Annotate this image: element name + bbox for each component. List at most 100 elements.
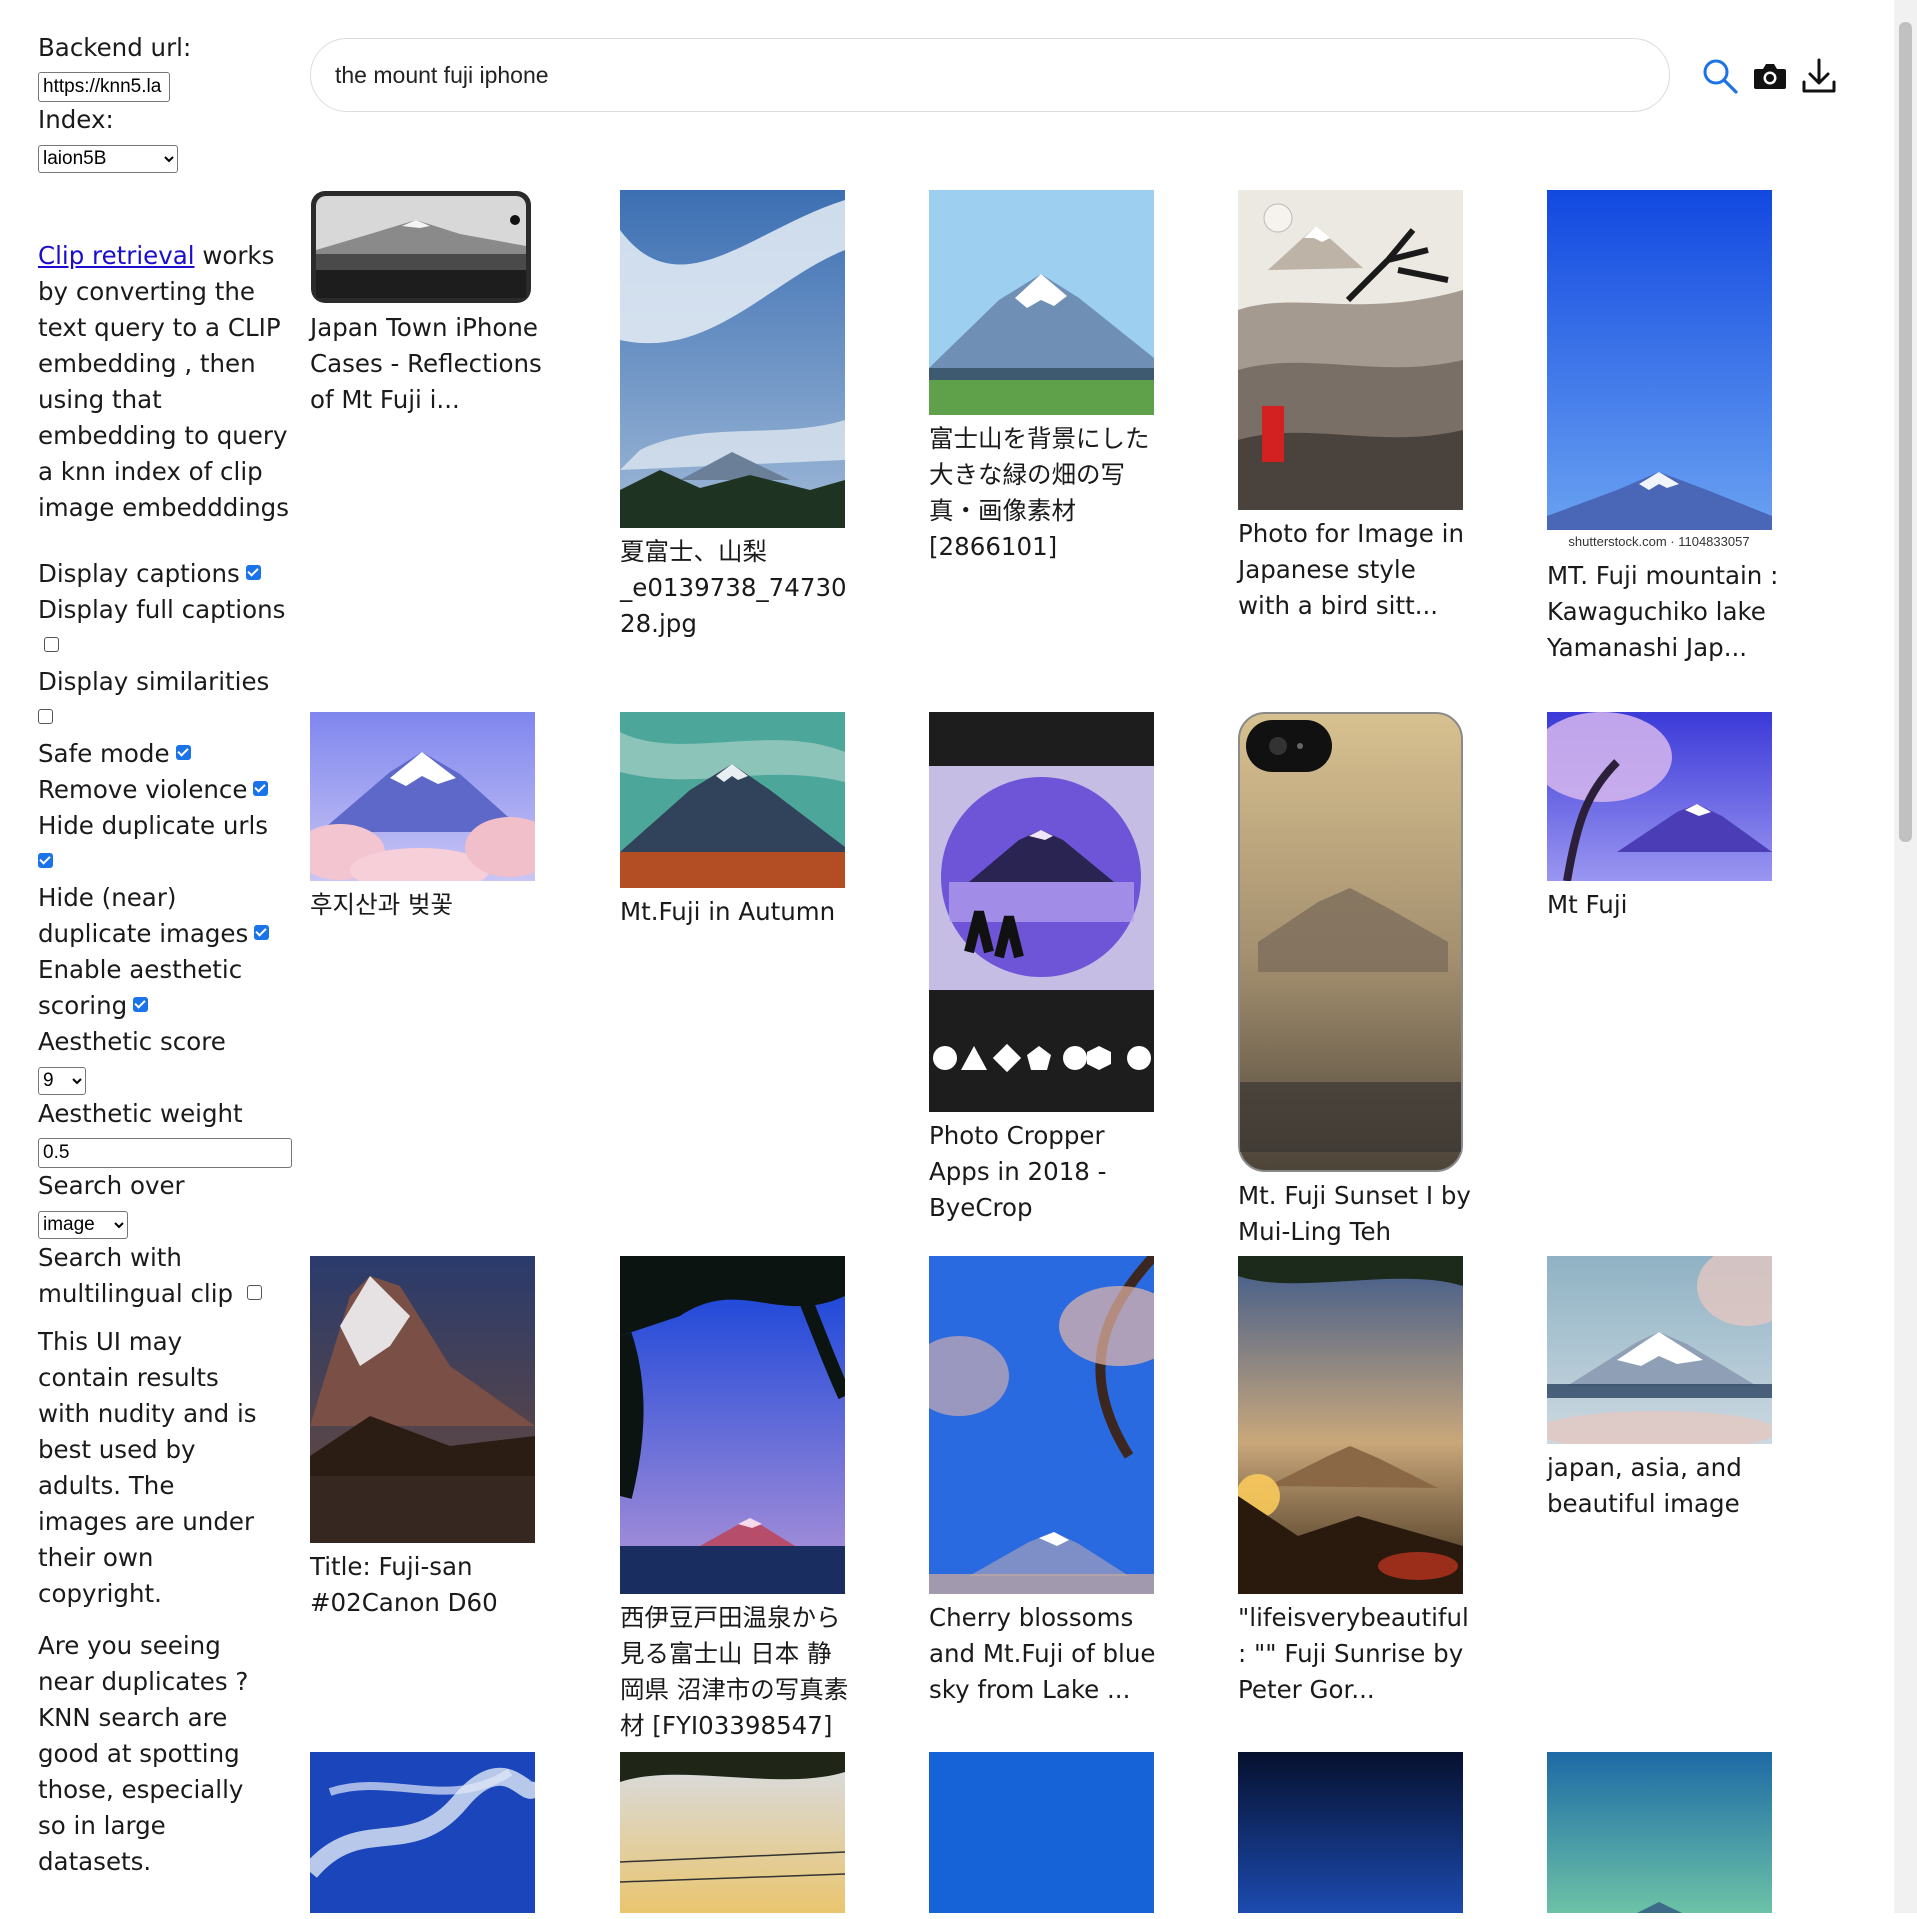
result-caption: 西伊豆戸田温泉から見る富士山 日本 静岡県 沼津市の写真素材 [FYI03398… [620,1603,849,1740]
watermark-text: shutterstock.com · 1104833057 [1568,534,1749,549]
result-caption: Photo for Image in Japanese style with a… [1238,519,1465,620]
duplicates-note: Are you seeing near duplicates ? KNN sea… [38,1631,249,1876]
safe-mode-checkbox[interactable] [175,744,191,760]
remove-violence-checkbox[interactable] [253,780,269,796]
hide-duplicate-urls-checkbox[interactable] [38,852,53,868]
multilingual-checkbox[interactable] [247,1284,263,1300]
result-card[interactable] [620,1752,855,1919]
display-similarities-checkbox[interactable] [38,708,53,724]
option-multilingual[interactable]: Search with multilingual clip [38,1240,278,1312]
result-image[interactable] [620,712,845,888]
result-caption: 夏富士、山梨_e0139738_7473028.jpg [620,537,847,638]
aesthetic-score-label: Aesthetic score [38,1027,226,1056]
option-display-similarities[interactable]: Display similarities [38,664,298,736]
search-over-select[interactable]: image [38,1210,128,1239]
result-card[interactable]: Photo for Image in Japanese style with a… [1238,190,1473,624]
result-image[interactable] [929,1256,1154,1594]
result-card[interactable]: shutterstock.com · 1104833057 MT. Fuji m… [1547,190,1782,666]
result-card[interactable]: Cherry blossoms and Mt.Fuji of blue sky … [929,1256,1164,1708]
result-image[interactable] [1238,1256,1463,1594]
option-remove-violence[interactable]: Remove violence [38,772,298,808]
hide-duplicate-images-checkbox[interactable] [254,924,270,940]
result-image[interactable] [929,712,1154,1112]
result-caption: Mt Fuji [1547,890,1628,919]
search-icon[interactable] [1700,56,1740,96]
aesthetic-weight-label: Aesthetic weight [38,1099,243,1128]
option-display-full-captions[interactable]: Display full captions [38,592,298,664]
result-caption: Japan Town iPhone Cases - Reflections of… [310,313,542,414]
display-captions-checkbox[interactable] [245,564,261,580]
result-card[interactable] [1238,1752,1473,1919]
result-caption: "lifeisverybeautiful: "" Fuji Sunrise by… [1238,1603,1469,1704]
result-image[interactable]: shutterstock.com · 1104833057 [1547,190,1772,552]
result-image[interactable] [310,712,535,881]
result-image[interactable] [1547,1752,1772,1913]
aesthetic-weight-input[interactable] [38,1138,292,1168]
result-caption: japan, asia, and beautiful image [1547,1453,1742,1518]
clip-retrieval-link[interactable]: Clip retrieval [38,241,195,270]
result-image[interactable] [1547,1256,1772,1444]
option-aesthetic-scoring[interactable]: Enable aesthetic scoring [38,952,258,1024]
result-caption: Photo Cropper Apps in 2018 - ByeCrop [929,1121,1107,1222]
result-card[interactable]: japan, asia, and beautiful image [1547,1256,1782,1522]
option-label: Hide (near) duplicate images [38,883,249,948]
option-hide-duplicate-urls[interactable]: Hide duplicate urls [38,808,298,880]
result-card[interactable]: Photo Cropper Apps in 2018 - ByeCrop [929,712,1164,1226]
result-card[interactable]: "lifeisverybeautiful: "" Fuji Sunrise by… [1238,1256,1473,1708]
result-card[interactable]: Mt.Fuji in Autumn [620,712,855,930]
page-scrollbar[interactable] [1894,0,1917,1913]
option-label: Display similarities [38,667,270,696]
result-card[interactable]: 후지산과 벚꽃 [310,712,545,923]
result-image[interactable] [310,1752,535,1913]
aesthetic-score-select[interactable]: 9 [38,1066,86,1095]
backend-url-label: Backend url: [38,33,192,62]
result-card[interactable]: Mt Fuji [1547,712,1782,923]
sidebar: Backend url: Index: laion5B Clip retriev… [38,30,298,1896]
result-image[interactable] [929,1752,1154,1913]
option-label: Safe mode [38,739,170,768]
result-card[interactable]: 富士山を背景にした大きな緑の畑の写真・画像素材[2866101] [929,190,1164,565]
option-label: Remove violence [38,775,248,804]
search-input[interactable]: the mount fuji iphone [310,38,1670,112]
option-safe-mode[interactable]: Safe mode [38,736,298,772]
result-card[interactable] [310,1752,545,1919]
result-image[interactable] [1238,712,1463,1172]
result-card[interactable] [929,1752,1164,1919]
result-card[interactable]: Mt. Fuji Sunset I by Mui-Ling Teh [1238,712,1473,1250]
camera-icon[interactable] [1750,56,1790,96]
result-card[interactable]: Title: Fuji-san #02Canon D60 [310,1256,545,1621]
result-image[interactable] [620,1752,845,1913]
result-image[interactable] [929,190,1154,415]
result-caption: MT. Fuji mountain : Kawaguchiko lake Yam… [1547,561,1779,662]
search-query-text: the mount fuji iphone [335,61,549,88]
result-image[interactable] [1238,1752,1463,1913]
result-card[interactable]: 夏富士、山梨_e0139738_7473028.jpg [620,190,855,642]
option-label: Display full captions [38,595,286,624]
result-image[interactable] [620,190,845,528]
index-label: Index: [38,105,114,134]
result-caption: 후지산과 벚꽃 [310,890,454,919]
aesthetic-scoring-checkbox[interactable] [133,996,149,1012]
intro-paragraph: Clip retrieval works by converting the t… [38,238,298,526]
result-image[interactable] [310,1256,535,1543]
search-over-label: Search over [38,1171,185,1200]
option-display-captions[interactable]: Display captions [38,556,298,592]
result-card[interactable] [1547,1752,1782,1919]
option-label: Hide duplicate urls [38,811,269,840]
backend-url-input[interactable] [38,72,170,102]
result-caption: 富士山を背景にした大きな緑の畑の写真・画像素材[2866101] [929,424,1150,561]
intro-text: works by converting the text query to a … [38,241,289,522]
download-icon[interactable] [1799,56,1839,96]
result-caption: Title: Fuji-san #02Canon D60 [310,1552,498,1617]
result-caption: Mt. Fuji Sunset I by Mui-Ling Teh [1238,1181,1471,1246]
option-hide-duplicate-images[interactable]: Hide (near) duplicate images [38,880,278,952]
index-select[interactable]: laion5B [38,144,178,173]
result-image[interactable] [620,1256,845,1594]
result-image[interactable] [1547,712,1772,881]
result-image[interactable] [1238,190,1463,510]
result-card[interactable]: 西伊豆戸田温泉から見る富士山 日本 静岡県 沼津市の写真素材 [FYI03398… [620,1256,855,1744]
scrollbar-thumb[interactable] [1899,22,1912,842]
result-image[interactable] [310,190,532,304]
display-full-captions-checkbox[interactable] [44,636,59,652]
result-card[interactable]: Japan Town iPhone Cases - Reflections of… [310,190,545,418]
